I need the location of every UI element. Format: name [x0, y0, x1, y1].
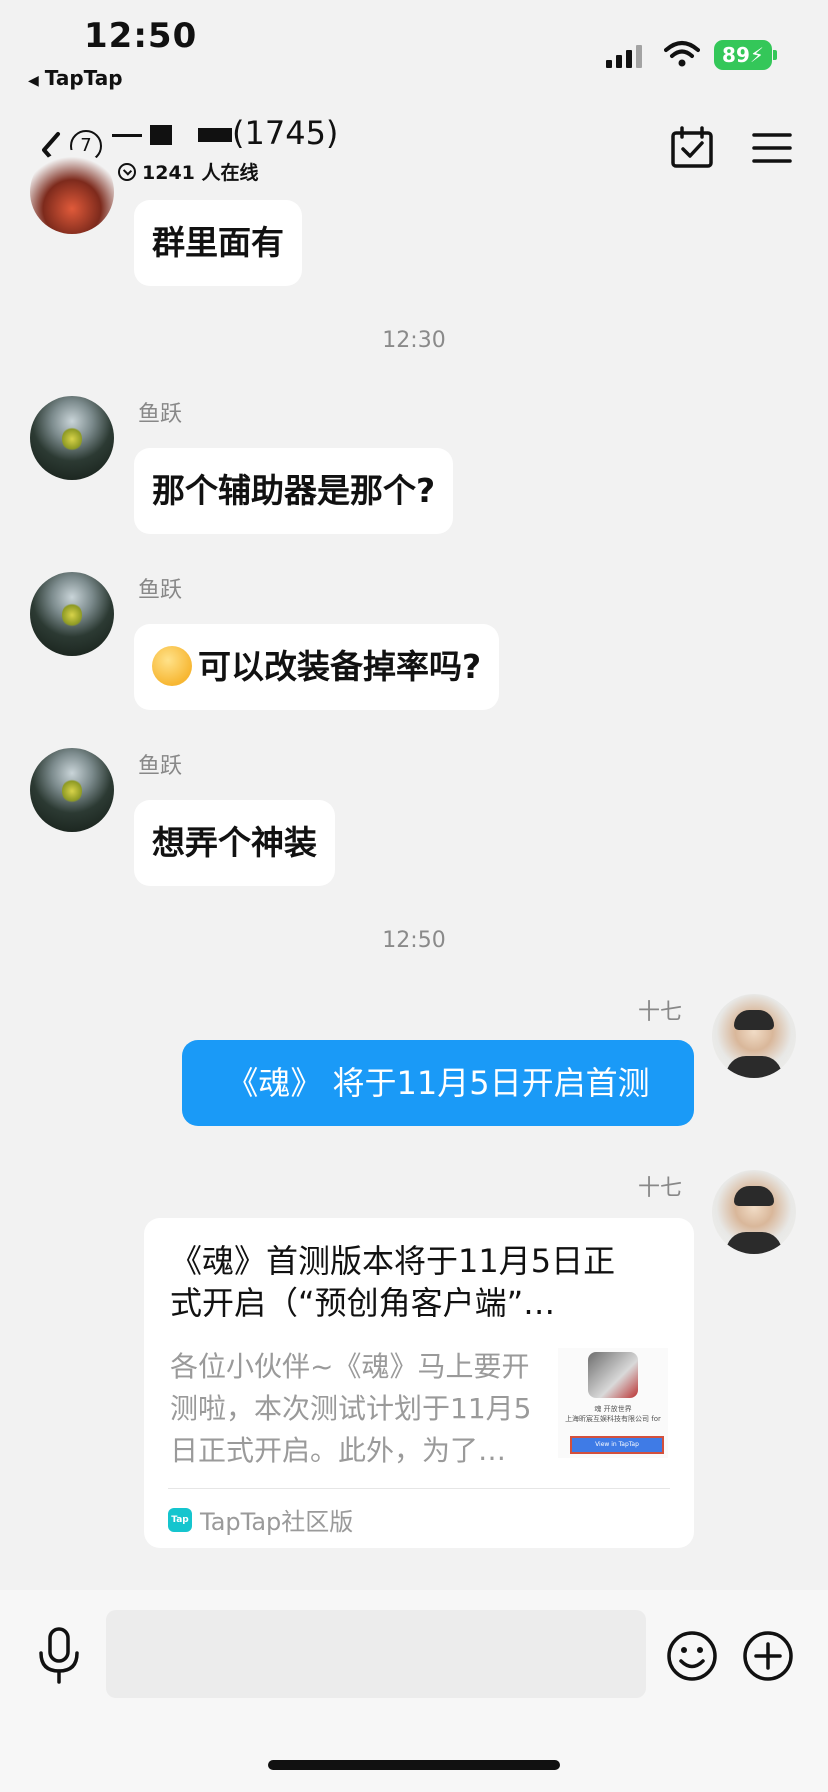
redacted-name-block	[150, 125, 172, 145]
message-bubble[interactable]: 那个辅助器是那个?	[134, 448, 454, 534]
online-check-icon	[118, 162, 136, 181]
status-time: 12:50	[84, 16, 198, 56]
message-text: 那个辅助器是那个?	[152, 471, 436, 510]
signal-icon	[606, 44, 642, 68]
avatar[interactable]	[712, 994, 796, 1078]
redacted-name-block	[112, 133, 142, 137]
taptap-logo-icon: Tap	[168, 1507, 192, 1532]
timestamp: 12:50	[382, 928, 446, 953]
message-text: 可以改装备掉率吗?	[198, 647, 482, 686]
back-app-label: TapTap	[44, 66, 123, 90]
card-title-line: 式开启（“预创角客户端”…	[170, 1284, 556, 1322]
avatar[interactable]	[30, 396, 114, 480]
status-bar: 12:50 ◀ TapTap 89⚡	[0, 0, 828, 100]
thumb-caption: 魂 开放世界	[594, 1405, 632, 1413]
group-title[interactable]: (1745)	[112, 114, 338, 152]
charging-bolt-icon: ⚡	[749, 43, 764, 67]
card-title-line: 《魂》首测版本将于11月5日正	[170, 1242, 616, 1280]
avatar[interactable]	[30, 150, 114, 234]
avatar[interactable]	[712, 1170, 796, 1254]
sender-name: 十七	[638, 1176, 683, 1201]
thinking-emoji-icon	[152, 645, 192, 686]
card-desc-line: 日正式开启。此外，为了…	[170, 1434, 507, 1467]
redacted-name-block	[198, 128, 232, 142]
message-text: 《魂》 将于11月5日开启首测	[226, 1064, 650, 1102]
message-text: 群里面有	[152, 223, 284, 262]
message-input[interactable]	[106, 1610, 646, 1698]
sender-name: 鱼跃	[138, 578, 183, 603]
plus-circle-icon[interactable]	[742, 1630, 794, 1682]
calendar-check-icon[interactable]	[670, 126, 714, 170]
message-bubble[interactable]: 《魂》 将于11月5日开启首测	[182, 1040, 694, 1126]
game-logo-icon	[588, 1352, 638, 1398]
battery-level: 89	[722, 43, 750, 67]
back-to-app-link[interactable]: ◀ TapTap	[28, 66, 123, 90]
card-source-label: TapTap社区版	[200, 1508, 354, 1536]
avatar[interactable]	[30, 748, 114, 832]
card-desc-line: 测啦，本次测试计划于11月5	[170, 1392, 532, 1425]
card-thumbnail: 魂 开放世界 上海昕宸互娱科技有限公司 for View in TapTap	[558, 1348, 668, 1458]
card-title: 《魂》首测版本将于11月5日正 式开启（“预创角客户端”…	[170, 1240, 670, 1324]
group-member-total: (1745)	[232, 114, 339, 152]
timestamp: 12:30	[382, 328, 446, 353]
message-bubble[interactable]: 可以改装备掉率吗?	[134, 624, 500, 710]
thumb-button: View in TapTap	[570, 1436, 664, 1454]
home-indicator[interactable]	[268, 1760, 560, 1770]
thumb-caption: 上海昕宸互娱科技有限公司 for	[565, 1415, 661, 1423]
sender-name: 鱼跃	[138, 754, 183, 779]
microphone-icon[interactable]	[34, 1626, 84, 1686]
menu-icon[interactable]	[752, 130, 792, 166]
online-count: 1241 人在线	[142, 162, 259, 184]
input-bar	[0, 1590, 828, 1792]
battery-indicator: 89⚡	[714, 40, 772, 70]
smiley-icon[interactable]	[666, 1630, 718, 1682]
online-status: 1241 人在线	[118, 158, 259, 185]
shared-link-card[interactable]: 《魂》首测版本将于11月5日正 式开启（“预创角客户端”… 各位小伙伴~《魂》马…	[144, 1218, 694, 1548]
sender-name: 十七	[638, 1000, 683, 1025]
card-description: 各位小伙伴~《魂》马上要开 测啦，本次测试计划于11月5 日正式开启。此外，为了…	[170, 1346, 540, 1472]
message-text: 想弄个神装	[152, 823, 317, 862]
chat-header: 7 (1745) 1241 人在线	[0, 100, 828, 192]
sender-name: 鱼跃	[138, 402, 183, 427]
avatar[interactable]	[30, 572, 114, 656]
card-desc-line: 各位小伙伴~《魂》马上要开	[170, 1350, 530, 1383]
message-bubble[interactable]: 想弄个神装	[134, 800, 335, 886]
card-divider	[168, 1488, 670, 1489]
back-triangle-icon: ◀	[28, 73, 39, 89]
battery-cap	[773, 50, 777, 60]
card-source: Tap TapTap社区版	[168, 1502, 353, 1537]
wifi-icon	[664, 41, 700, 67]
message-bubble[interactable]: 群里面有	[134, 200, 302, 286]
